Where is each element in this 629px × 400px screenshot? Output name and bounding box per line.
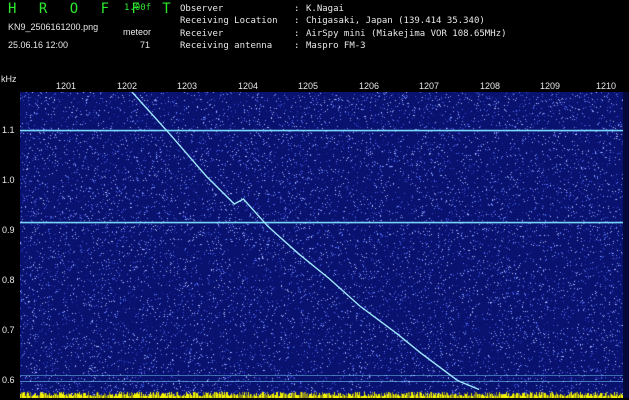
info-value: AirSpy mini (Miakejima VOR 108.65MHz) [306,28,507,39]
x-tick-label: 1206 [358,81,380,91]
info-label: Receiving antenna [180,40,273,51]
app-brand: H R O F F T [8,1,178,17]
x-tick-label: 1205 [297,81,319,91]
spectrogram [20,92,623,398]
info-value: Chigasaki, Japan (139.414 35.340) [306,16,485,27]
x-tick-label: 1209 [539,81,561,91]
x-tick-label: 1208 [479,81,501,91]
observation-datetime: 25.06.16 12:00 [8,40,69,50]
info-label: Observer [180,4,224,14]
y-tick-label: 0.9 [2,225,15,235]
x-tick-label: 1201 [55,81,77,91]
x-tick-label: 1204 [237,81,259,91]
y-tick-label: 0.8 [2,275,15,285]
y-tick-label: 0.6 [2,375,15,385]
y-axis-unit: kHz [1,74,17,84]
x-tick-label: 1202 [116,81,138,91]
x-tick-label: 1203 [176,81,198,91]
y-tick-label: 1.1 [2,125,15,135]
x-tick-label: 1207 [418,81,440,91]
x-tick-label: 1210 [595,81,617,91]
y-tick-label: 0.7 [2,325,15,335]
info-row-observer: Observer: K.Nagai [180,4,344,14]
meteor-count: 71 [140,40,151,50]
info-row-antenna: Receiving antenna: Maspro FM-3 [180,40,366,51]
image-filename: KN9_2506161200.png [8,22,99,32]
station-info: Observer: K.Nagai Receiving Location: Chig… [180,3,506,52]
y-tick-label: 1.0 [2,175,15,185]
info-row-receiver: Receiver: AirSpy mini (Miakejima VOR 108.… [180,28,507,39]
info-value: Maspro FM-3 [306,40,366,51]
info-label: Receiving Location [180,16,278,27]
app-version: 1.00f [124,3,152,13]
meteor-trace [131,92,480,391]
hrofft-window: H R O F F T 1.00f KN9_2506161200.png 25.… [0,0,629,400]
scrollbar[interactable] [623,92,629,398]
info-row-location: Receiving Location: Chigasaki, Japan (139… [180,16,485,27]
meteor-label: meteor [123,27,152,37]
spectrogram-overlay [20,92,623,391]
info-value: K.Nagai [306,4,344,14]
info-label: Receiver [180,28,224,39]
